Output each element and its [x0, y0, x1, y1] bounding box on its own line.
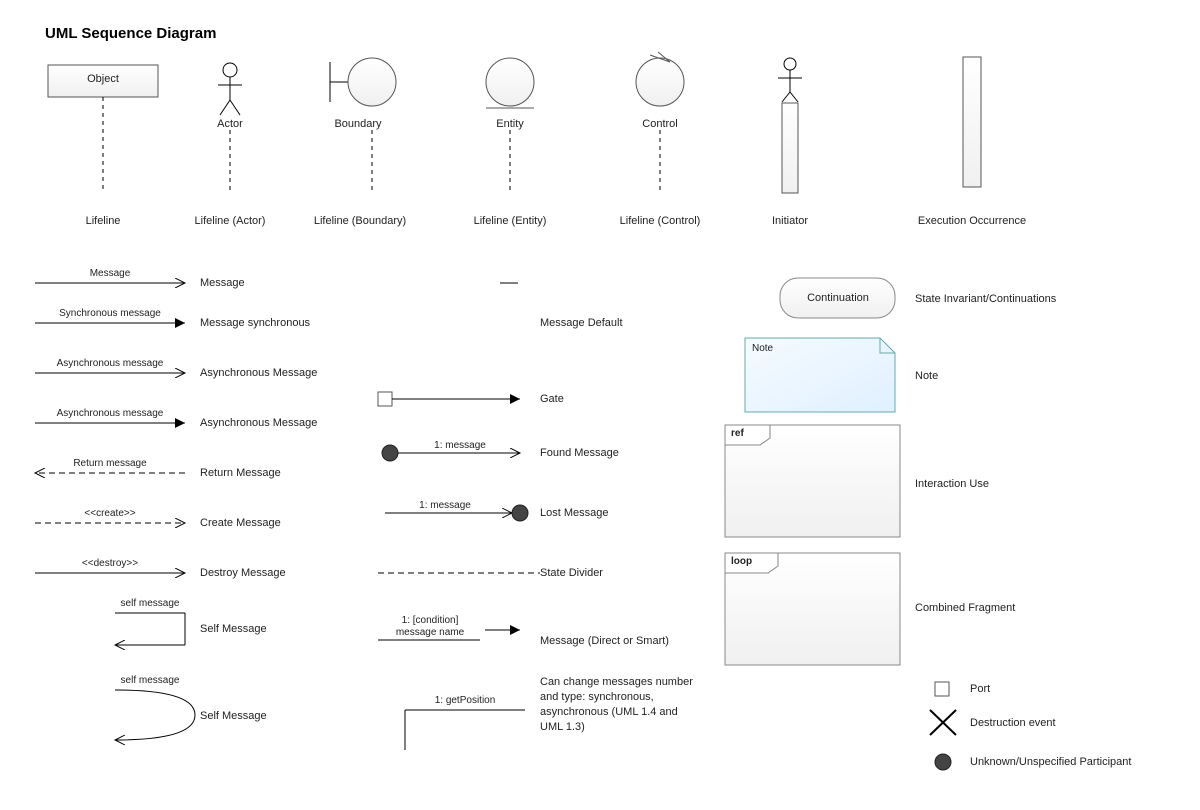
return-text: Return message: [73, 458, 146, 469]
lifeline-control-label: Lifeline (Control): [620, 215, 701, 227]
unknown-participant-symbol: [935, 754, 951, 770]
lifeline-label: Lifeline: [86, 215, 121, 227]
note-text: Note: [752, 343, 773, 354]
async-text: Asynchronous message: [57, 358, 164, 369]
create-desc: Create Message: [200, 517, 281, 529]
lost-desc: Lost Message: [540, 507, 608, 519]
execution-occurrence: [963, 57, 981, 187]
divider-desc: State Divider: [540, 567, 603, 579]
ref-text: ref: [731, 428, 744, 439]
entity-label: Entity: [496, 118, 524, 130]
message-desc: Message: [200, 277, 245, 289]
direct-text2: message name: [396, 627, 464, 638]
initiator: [778, 58, 802, 193]
combined-fragment-shape: [725, 553, 900, 665]
ref-desc: Interaction Use: [915, 478, 989, 490]
self2-text: self message: [121, 675, 180, 686]
loop-desc: Combined Fragment: [915, 602, 1015, 614]
default-desc: Message Default: [540, 317, 623, 329]
direct-desc: Message (Direct or Smart): [540, 635, 669, 647]
control-label: Control: [642, 118, 677, 130]
unknown-desc: Unknown/Unspecified Participant: [970, 756, 1131, 768]
lost-text: 1: message: [419, 500, 471, 511]
message-text: Message: [90, 268, 131, 279]
create-text: <<create>>: [84, 508, 135, 519]
exec-label: Execution Occurrence: [918, 215, 1026, 227]
port-symbol: [935, 682, 949, 696]
initiator-label: Initiator: [772, 215, 808, 227]
lifeline-entity-label: Lifeline (Entity): [474, 215, 547, 227]
destroy-text: <<destroy>>: [82, 558, 138, 569]
object-label: Object: [87, 73, 119, 85]
boundary-label: Boundary: [334, 118, 381, 130]
continuation-text: Continuation: [807, 292, 869, 304]
destruction-desc: Destruction event: [970, 717, 1056, 729]
self-desc: Self Message: [200, 623, 267, 635]
async-desc: Asynchronous Message: [200, 367, 317, 379]
self2-desc: Self Message: [200, 710, 267, 722]
getpos-text: 1: getPosition: [435, 695, 496, 706]
found-text: 1: message: [434, 440, 486, 451]
gate-desc: Gate: [540, 393, 564, 405]
continuation-desc: State Invariant/Continuations: [915, 293, 1056, 305]
getpos-desc: Can change messages number and type: syn…: [540, 675, 700, 734]
getposition-message: [405, 710, 525, 750]
interaction-use-shape: [725, 425, 900, 537]
loop-text: loop: [731, 556, 752, 567]
lifeline-boundary-label: Lifeline (Boundary): [314, 215, 406, 227]
lifeline-actor-label: Lifeline (Actor): [195, 215, 266, 227]
async2-text: Asynchronous message: [57, 408, 164, 419]
actor-label: Actor: [217, 118, 243, 130]
return-desc: Return Message: [200, 467, 281, 479]
async2-desc: Asynchronous Message: [200, 417, 317, 429]
found-desc: Found Message: [540, 447, 619, 459]
destruction-symbol: [930, 710, 956, 735]
note-desc: Note: [915, 370, 938, 382]
direct-text1: 1: [condition]: [402, 615, 459, 626]
sync-desc: Message synchronous: [200, 317, 310, 329]
sync-text: Synchronous message: [59, 308, 161, 319]
self-message-2: [115, 690, 195, 740]
self-text: self message: [121, 598, 180, 609]
gate-symbol: [378, 392, 520, 406]
port-desc: Port: [970, 683, 990, 695]
self-message-1: [115, 613, 185, 645]
destroy-desc: Destroy Message: [200, 567, 286, 579]
